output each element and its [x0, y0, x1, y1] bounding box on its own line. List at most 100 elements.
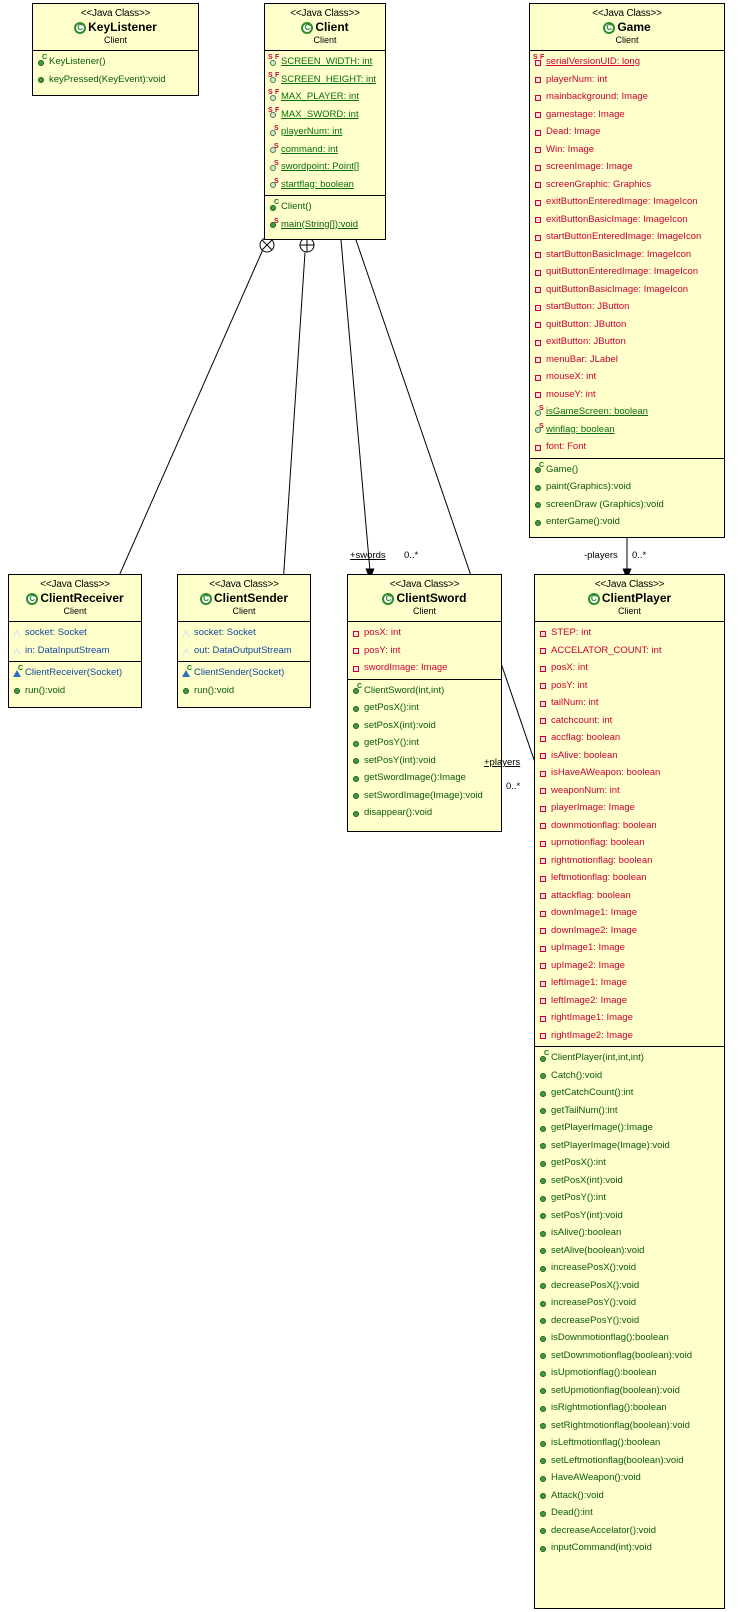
stereotype-label: <<Java Class>> — [592, 8, 662, 19]
class-box-clientsender[interactable]: <<Java Class>> ClientSender Client socke… — [177, 574, 311, 708]
method-row: C ClientSword(int,int) — [348, 682, 501, 700]
method-row: Attack():void — [535, 1487, 724, 1505]
field-row: S FserialVersionUID: long — [530, 53, 724, 71]
private-field-icon — [533, 123, 546, 141]
method-label: Dead():int — [551, 1507, 593, 1518]
method-label: Game() — [546, 463, 579, 475]
field-label: upmotionflag: boolean — [551, 837, 645, 848]
private-field-icon — [533, 106, 546, 124]
protected-field-icon: SF — [268, 53, 281, 71]
field-row: socket: Socket — [178, 624, 310, 642]
private-field-icon — [538, 817, 551, 835]
constructor-modifier-icon: C — [42, 54, 48, 61]
field-row: gamestage: Image — [530, 106, 724, 124]
field-label: startButtonEnteredImage: ImageIcon — [546, 231, 702, 242]
private-field-icon — [538, 747, 551, 765]
public-method-icon — [538, 1084, 551, 1102]
public-method-icon — [533, 513, 546, 531]
private-field-icon — [538, 904, 551, 922]
method-row: getPosY():int — [348, 734, 501, 752]
protected-field-icon: S — [268, 141, 281, 159]
class-package-label: Client — [232, 606, 256, 616]
private-field-icon — [533, 298, 546, 316]
class-box-clientplayer[interactable]: <<Java Class>> ClientPlayer Client STEP:… — [534, 574, 725, 1609]
field-row: downImage1: Image — [535, 904, 724, 922]
field-row: upImage2: Image — [535, 957, 724, 975]
private-field-icon — [538, 694, 551, 712]
class-box-clientreceiver[interactable]: <<Java Class>> ClientReceiver Client soc… — [8, 574, 142, 708]
private-field-icon — [533, 386, 546, 404]
static-modifier-icon: S — [274, 177, 279, 185]
method-row: getPosX():int — [348, 699, 501, 717]
field-row: Sswordpoint: Point[] — [265, 158, 385, 176]
final-modifier-icon: F — [275, 89, 280, 96]
field-row: isAlive: boolean — [535, 747, 724, 765]
field-label: posY: int — [364, 644, 401, 656]
class-title-game: Game — [532, 20, 722, 35]
class-box-game[interactable]: <<Java Class>> Game Client SFserialVersi… — [529, 3, 725, 538]
java-class-icon — [301, 21, 314, 34]
field-label: Dead: Image — [546, 126, 601, 137]
method-row: C ClientSender(Socket) — [178, 664, 310, 682]
method-label: getTailNum():int — [551, 1104, 618, 1116]
public-method-icon — [538, 1504, 551, 1522]
protected-field-icon: SF — [268, 71, 281, 89]
field-label: screenGraphic: Graphics — [546, 178, 652, 190]
method-row: C ClientReceiver(Socket) — [9, 664, 141, 682]
method-row: setPosX(int):void — [348, 717, 501, 735]
method-row: setRightmotionflag(boolean):void — [535, 1417, 724, 1435]
public-method-icon — [351, 787, 364, 805]
fields-section-clientplayer: STEP: int ACCELATOR_COUNT: int posX: int po… — [535, 622, 724, 1047]
public-method-icon — [538, 1452, 551, 1470]
field-row: S F MAX_SWORD: int — [265, 106, 385, 124]
field-row: mouseX: int — [530, 368, 724, 386]
private-field-icon — [538, 834, 551, 852]
field-label: serialVersionUID: long — [546, 56, 640, 67]
public-method-icon — [351, 717, 364, 735]
public-method-icon — [538, 1487, 551, 1505]
method-row: HaveAWeapon():void — [535, 1469, 724, 1487]
class-box-keylistener[interactable]: <<Java Class>> KeyListener Client CKeyLi… — [32, 3, 199, 96]
method-label: getSwordImage():Image — [364, 772, 466, 783]
method-label: screenDraw (Graphics):void — [546, 498, 664, 510]
public-method-icon — [538, 1154, 551, 1172]
stereotype-label: <<Java Class>> — [209, 579, 279, 590]
field-row: mouseY: int — [530, 386, 724, 404]
field-row: posY: int — [348, 642, 501, 660]
static-modifier-icon: S — [274, 217, 279, 225]
assoc-multiplicity-swords: 0..* — [404, 550, 419, 561]
final-modifier-icon: F — [275, 106, 280, 114]
constructor-modifier-icon: C — [357, 682, 363, 690]
fields-section-clientsender: socket: Socket out: DataOutputStream — [178, 622, 310, 662]
method-label: enterGame():void — [546, 516, 620, 527]
method-label: decreasePosX():void — [551, 1279, 640, 1291]
field-row: exitButtonEnteredImage: ImageIcon — [530, 193, 724, 211]
stereotype-label: <<Java Class>> — [389, 579, 460, 590]
method-label: paint(Graphics):void — [546, 481, 632, 492]
method-label: run():void — [194, 684, 235, 696]
method-label: setDownmotionflag(boolean):void — [551, 1349, 692, 1361]
method-label: setSwordImage(Image):void — [364, 789, 483, 801]
public-method-icon: C — [533, 461, 546, 479]
private-field-icon — [538, 992, 551, 1010]
field-label: gamestage: Image — [546, 108, 625, 120]
field-label: upImage1: Image — [551, 942, 625, 953]
class-box-client[interactable]: <<Java Class>> Client Client SFSCREEN_WI… — [264, 3, 386, 240]
method-row: run():void — [9, 682, 141, 700]
class-box-clientsword[interactable]: <<Java Class>> ClientSword Client posX: … — [347, 574, 502, 832]
field-label: accflag: boolean — [551, 732, 621, 743]
static-modifier-icon: S — [268, 89, 273, 96]
method-row: setPosY(int):void — [535, 1207, 724, 1225]
field-label: tailNum: int — [551, 697, 599, 708]
java-class-icon — [587, 592, 600, 605]
class-package-label: Client — [63, 606, 87, 616]
field-row: screenGraphic: Graphics — [530, 176, 724, 194]
public-method-icon — [351, 734, 364, 752]
constructor-modifier-icon: C — [274, 199, 280, 206]
private-field-icon — [533, 176, 546, 194]
field-row: tailNum: int — [535, 694, 724, 712]
method-row: enterGame():void — [530, 513, 724, 531]
method-label: getPlayerImage():Image — [551, 1122, 653, 1133]
field-row: ACCELATOR_COUNT: int — [535, 642, 724, 660]
field-row: playerImage: Image — [535, 799, 724, 817]
